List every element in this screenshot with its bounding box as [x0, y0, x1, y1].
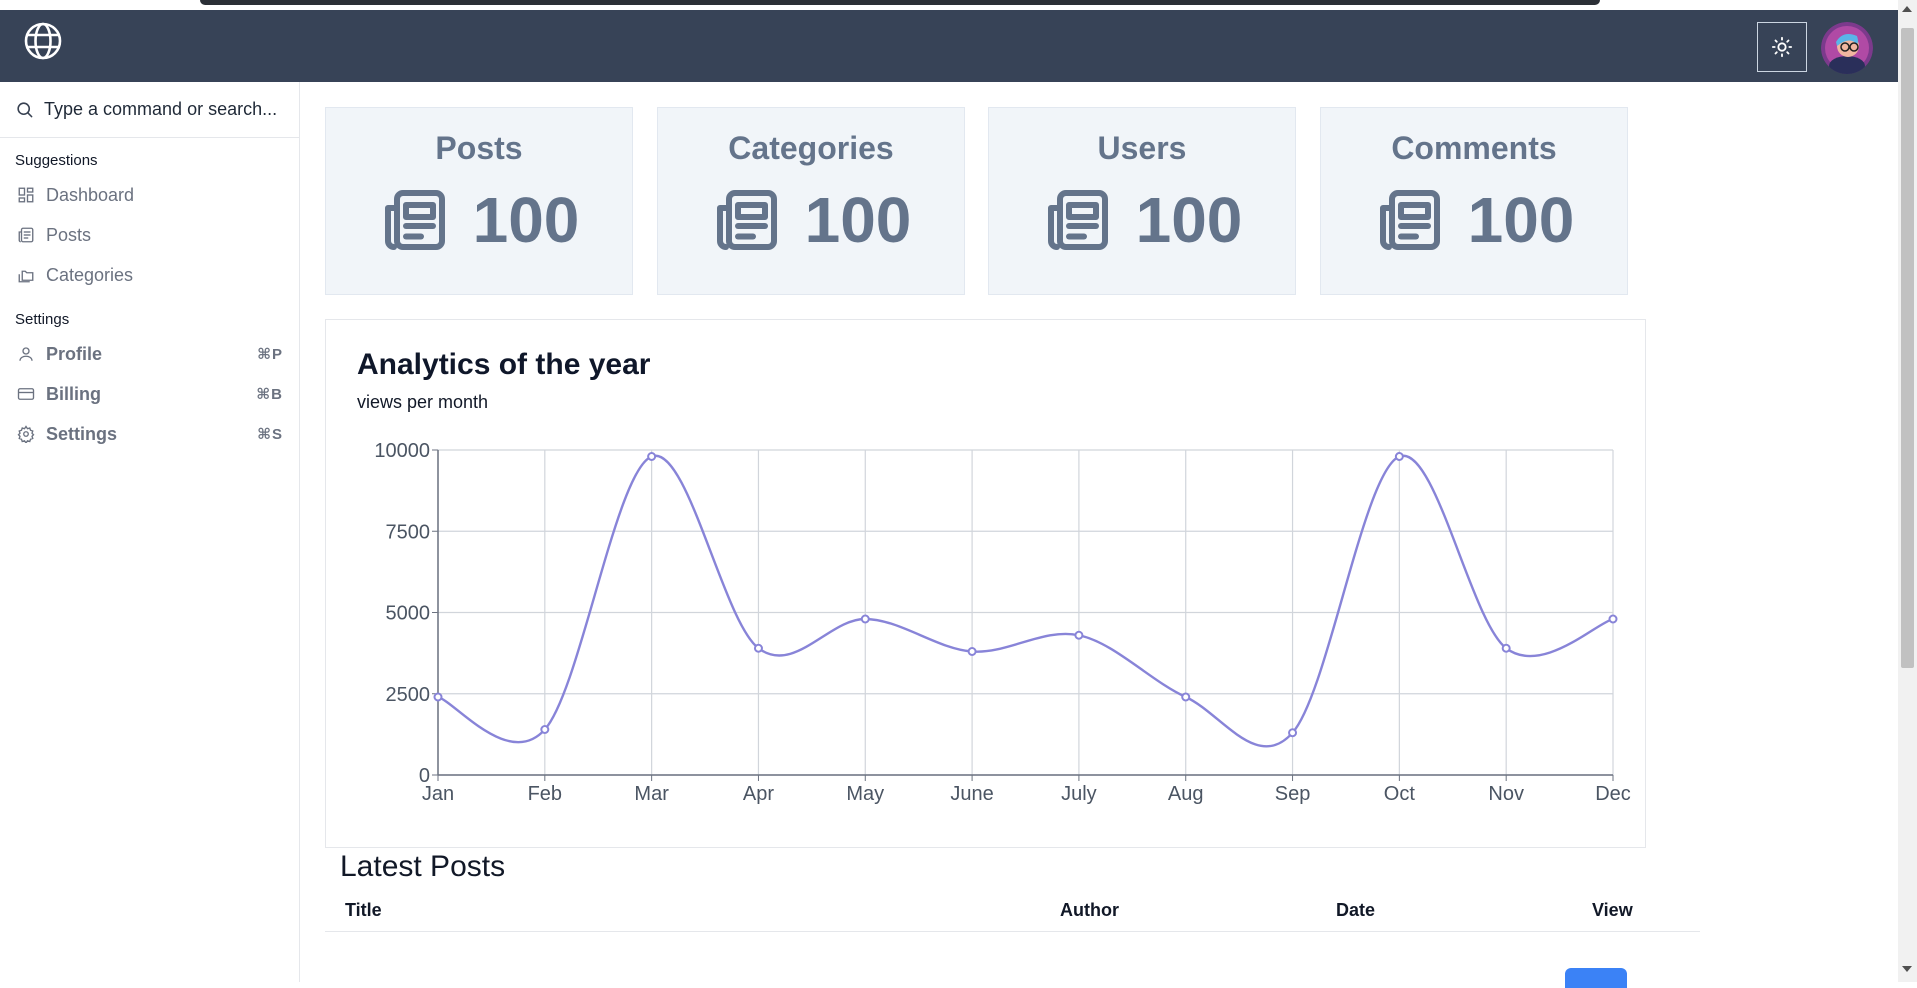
- group-title-settings: Settings: [15, 311, 70, 328]
- scroll-down-arrow[interactable]: [1902, 966, 1912, 972]
- stat-label: Categories: [728, 130, 894, 166]
- page-scrollbar[interactable]: [1898, 0, 1917, 982]
- newspaper-icon: [716, 190, 777, 250]
- newspaper-icon: [384, 190, 445, 250]
- data-point: [1501, 643, 1511, 653]
- sidebar-item-label: Posts: [46, 224, 92, 245]
- data-point: [1288, 728, 1298, 738]
- data-point: [860, 614, 870, 624]
- sun-icon: [1771, 36, 1793, 58]
- sidebar-item-label: Billing: [46, 383, 101, 404]
- stat-card-categories: Categories 100: [657, 107, 965, 295]
- globe-icon[interactable]: [22, 20, 64, 62]
- y-tick-label: 5000: [386, 603, 431, 625]
- sidebar-item-categories[interactable]: Categories: [0, 255, 299, 295]
- latest-posts-title: Latest Posts: [340, 850, 506, 883]
- sidebar-item-billing[interactable]: Billing ⌘B: [0, 374, 299, 414]
- avatar[interactable]: [1821, 22, 1873, 74]
- x-tick-label: July: [1061, 783, 1097, 805]
- sidebar-item-dashboard[interactable]: Dashboard: [0, 175, 299, 215]
- x-tick-label: Oct: [1384, 783, 1416, 805]
- column-header-date: Date: [1336, 900, 1376, 920]
- stat-label: Comments: [1391, 130, 1557, 166]
- y-tick-label: 10000: [374, 440, 430, 462]
- shortcut-label: ⌘P: [257, 346, 283, 363]
- series-line: [437, 454, 1614, 748]
- stat-card-users: Users 100: [988, 107, 1296, 295]
- x-tick-label: June: [950, 783, 993, 805]
- view-button[interactable]: [1565, 968, 1627, 988]
- data-point: [1074, 630, 1084, 640]
- sidebar-item-label: Profile: [46, 343, 103, 364]
- stat-card-posts: Posts 100: [325, 107, 633, 295]
- scrollbar-thumb[interactable]: [1901, 28, 1914, 668]
- stat-value: 100: [1135, 184, 1243, 256]
- stat-label: Posts: [435, 130, 523, 166]
- x-tick-label: May: [846, 783, 884, 805]
- shortcut-label: ⌘S: [257, 426, 283, 443]
- dashboard-icon: [16, 185, 36, 205]
- search-input[interactable]: [44, 99, 294, 120]
- x-tick-label: Nov: [1488, 783, 1524, 805]
- gear-icon: [16, 424, 36, 444]
- stat-value: 100: [804, 184, 912, 256]
- data-point: [433, 692, 443, 702]
- newspaper-icon: [1047, 190, 1108, 250]
- column-header-title: Title: [345, 900, 382, 920]
- stat-value: 100: [472, 184, 580, 256]
- stat-value: 100: [1467, 184, 1575, 256]
- theme-toggle-button[interactable]: [1757, 22, 1807, 72]
- x-tick-label: Jan: [422, 783, 454, 805]
- x-tick-label: Mar: [634, 783, 669, 805]
- data-point: [967, 647, 977, 656]
- newspaper-icon: [16, 225, 36, 245]
- data-point: [753, 643, 763, 653]
- data-point: [647, 452, 657, 461]
- sidebar-item-posts[interactable]: Posts: [0, 215, 299, 255]
- data-point: [1608, 614, 1618, 624]
- main-content: Posts 100 Categories 100 Users 100 Comme…: [300, 82, 1898, 988]
- shortcut-label: ⌘B: [256, 386, 283, 403]
- sidebar-item-profile[interactable]: Profile ⌘P: [0, 334, 299, 374]
- data-point: [1181, 692, 1191, 702]
- x-tick-label: Dec: [1595, 783, 1631, 805]
- group-title-suggestions: Suggestions: [15, 152, 98, 169]
- table-header: Title Author Date View: [325, 888, 1700, 932]
- sidebar-item-label: Categories: [46, 264, 134, 285]
- line-chart: 025005000750010000Jan Feb Mar Apr May June Jul…: [374, 440, 1631, 805]
- x-tick-label: Sep: [1275, 783, 1311, 805]
- column-header-view: View: [1592, 900, 1633, 920]
- command-search: [0, 82, 299, 138]
- scroll-up-arrow[interactable]: [1902, 6, 1912, 12]
- x-tick-label: Feb: [528, 783, 562, 805]
- x-tick-label: Aug: [1168, 783, 1204, 805]
- sidebar-item-label: Settings: [46, 423, 118, 444]
- newspaper-icon: [1379, 190, 1440, 250]
- x-tick-label: Apr: [743, 783, 774, 805]
- user-icon: [16, 344, 36, 364]
- data-point: [540, 725, 550, 734]
- analytics-chart-card: Analytics of the year views per month 02…: [325, 319, 1646, 848]
- data-point: [1394, 452, 1404, 461]
- folders-icon: [16, 265, 36, 285]
- y-tick-label: 7500: [386, 521, 431, 543]
- stat-label: Users: [1097, 130, 1187, 166]
- search-icon: [17, 102, 33, 118]
- stat-card-comments: Comments 100: [1320, 107, 1628, 295]
- sidebar: Suggestions Dashboard Posts Categories S…: [0, 82, 300, 982]
- top-header: [0, 10, 1898, 82]
- y-tick-label: 2500: [386, 684, 431, 706]
- sidebar-item-settings[interactable]: Settings ⌘S: [0, 414, 299, 454]
- column-header-author: Author: [1060, 900, 1119, 920]
- sidebar-item-label: Dashboard: [46, 184, 135, 205]
- credit-card-icon: [16, 384, 36, 404]
